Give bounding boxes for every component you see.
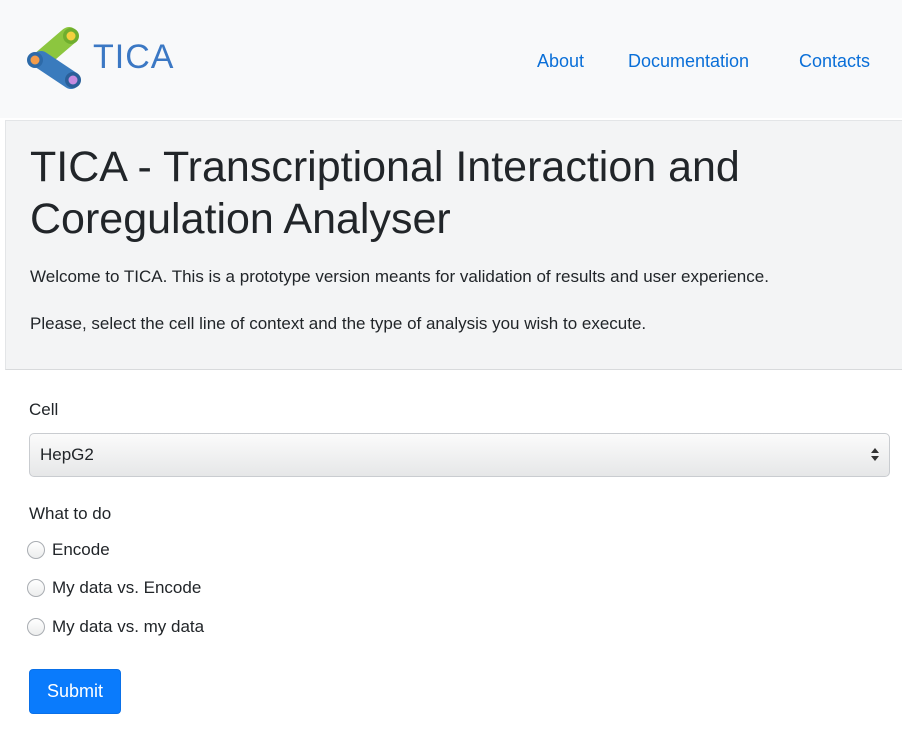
brand-name: TICA [93, 38, 175, 76]
radio-label: My data vs. Encode [52, 578, 202, 597]
radio-label: Encode [52, 540, 110, 559]
jumbotron: TICA - Transcriptional Interaction and C… [5, 120, 902, 370]
instruction-text: Please, select the cell line of context … [30, 314, 647, 333]
radio-option-mydata-vs-mydata[interactable]: My data vs. my data [27, 616, 204, 638]
radio-option-mydata-vs-encode[interactable]: My data vs. Encode [27, 577, 201, 599]
radio-button[interactable] [27, 579, 45, 597]
nav-link-documentation[interactable]: Documentation [628, 51, 749, 72]
radio-label: My data vs. my data [52, 617, 205, 636]
welcome-text: Welcome to TICA. This is a prototype ver… [30, 267, 769, 286]
nav-link-about[interactable]: About [537, 51, 584, 72]
nav-link-contacts[interactable]: Contacts [799, 51, 870, 72]
cell-select[interactable]: HepG2 [29, 433, 890, 477]
cell-select-value: HepG2 [40, 445, 94, 464]
tica-logo[interactable]: TICA [25, 22, 175, 98]
chain-link-logo-icon [27, 27, 81, 89]
page-title: TICA - Transcriptional Interaction and C… [30, 143, 740, 243]
radio-button[interactable] [27, 541, 45, 559]
submit-button[interactable]: Submit [29, 669, 121, 714]
what-to-do-label: What to do [29, 504, 112, 523]
cell-label: Cell [29, 400, 59, 419]
radio-option-encode[interactable]: Encode [27, 539, 110, 561]
select-arrows-icon [871, 445, 881, 465]
radio-button[interactable] [27, 618, 45, 636]
navbar: TICA About Documentation Contacts [0, 0, 902, 118]
